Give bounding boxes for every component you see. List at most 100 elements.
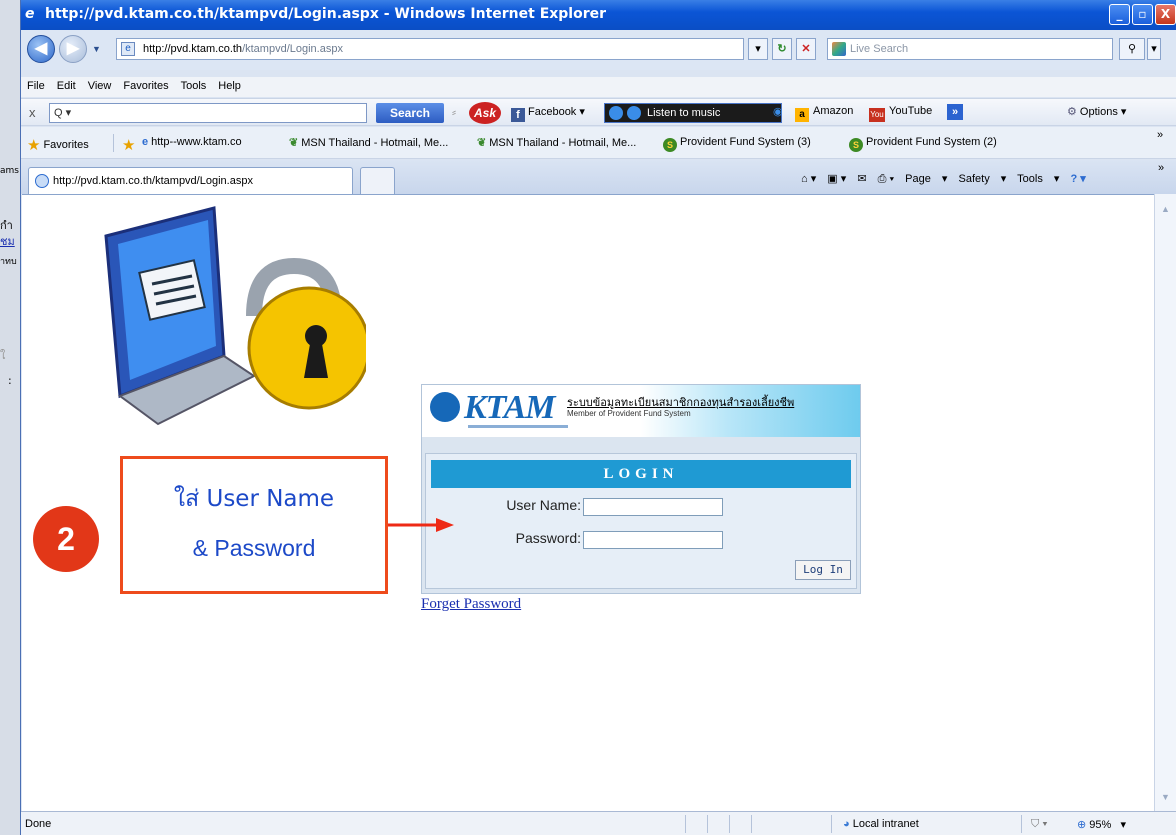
divider [751, 815, 752, 833]
favorite-link[interactable]: e http--www.ktam.co [142, 136, 242, 148]
arrow-icon [388, 518, 454, 532]
search-go-icon[interactable]: ⚲ [1119, 38, 1145, 60]
refresh-icon[interactable]: ↻ [772, 38, 792, 60]
favorites-button[interactable]: ★ Favorites [27, 136, 89, 154]
command-bar: ⌂ ▾ ▣ ▾ ✉ ⎙ ▾ Page ▾ Safety ▾ Tools ▾ ? … [801, 172, 1094, 186]
stop-icon[interactable]: ✕ [796, 38, 816, 60]
vertical-scrollbar[interactable]: ▲ ▼ [1154, 194, 1176, 811]
amazon-icon: a [795, 108, 809, 122]
tab-label: http://pvd.ktam.co.th/ktampvd/Login.aspx [53, 175, 253, 187]
music-dropdown-icon[interactable]: ◉ [773, 105, 783, 118]
search-options-icon[interactable]: ▾ [1147, 38, 1161, 60]
facebook-button[interactable]: f Facebook ▾ [511, 105, 585, 122]
menu-tools[interactable]: Tools [175, 77, 213, 92]
background-window-strip: กำ ชม าทบ ams ใ : [0, 0, 20, 835]
menu-file[interactable]: File [21, 77, 51, 92]
callout-line-2: & Password [192, 535, 316, 561]
address-dropdown-icon[interactable]: ▾ [748, 38, 768, 60]
youtube-button[interactable]: You YouTube [869, 105, 932, 122]
menu-view[interactable]: View [82, 77, 118, 92]
menu-help[interactable]: Help [212, 77, 247, 92]
logo-underline [468, 425, 568, 428]
scroll-up-icon[interactable]: ▲ [1158, 204, 1173, 219]
forward-button[interactable]: ▶ [59, 35, 87, 63]
zoom-control[interactable]: ⊕ 95% ▾ [1077, 818, 1126, 831]
zoom-label: 95% [1089, 819, 1112, 831]
forget-password-link[interactable]: Forget Password [421, 596, 521, 613]
favorites-overflow-icon[interactable]: » [1157, 129, 1163, 141]
callout-line-1: ใส่ User Name [173, 486, 335, 512]
login-header: LOGIN [431, 460, 851, 488]
favorite-label: MSN Thailand - Hotmail, Me... [489, 137, 637, 149]
toolbar-search-button[interactable]: Search [376, 103, 444, 123]
star-icon: ★ [27, 137, 41, 154]
volume-icon[interactable] [627, 106, 641, 120]
play-icon[interactable] [609, 106, 623, 120]
scroll-down-icon[interactable]: ▼ [1158, 792, 1173, 807]
instruction-callout: ใส่ User Name & Password [120, 456, 388, 594]
favorite-link[interactable]: ❦ MSN Thailand - Hotmail, Me... [289, 136, 448, 149]
more-buttons-icon[interactable]: » [947, 104, 963, 120]
provident-fund-icon: S [663, 138, 677, 152]
tools-menu[interactable]: Tools ▾ [1017, 173, 1059, 185]
ie-page-icon: e [142, 136, 149, 148]
favorite-link[interactable]: S Provident Fund System (2) [849, 136, 997, 152]
gear-icon: ⚙ [1067, 106, 1080, 118]
login-button[interactable]: Log In [795, 560, 851, 580]
music-player-button[interactable]: Listen to music [604, 103, 782, 123]
toolbar-close-icon[interactable]: x [29, 105, 36, 120]
favorites-bar: ★ Favorites ★ e http--www.ktam.co ❦ MSN Tha… [21, 127, 1176, 159]
ktam-emblem-icon [430, 392, 460, 422]
page-menu[interactable]: Page ▾ [905, 173, 947, 185]
status-text: Done [25, 818, 52, 830]
security-zone[interactable]: ◕ Local intranet [843, 818, 919, 830]
home-icon[interactable]: ⌂ ▾ [801, 173, 816, 185]
login-panel: KTAM ระบบข้อมูลทะเบียนสมาชิกกองทุนสำรองเ… [421, 384, 861, 594]
minimize-button[interactable]: _ [1109, 4, 1130, 25]
options-label: Options [1079, 106, 1118, 118]
username-input[interactable] [583, 498, 723, 516]
toolbar-search-input[interactable]: Q ▾ [49, 103, 367, 123]
divider [831, 815, 832, 833]
music-label: Listen to music [647, 107, 721, 119]
bg-text-fragment: ใ [0, 349, 6, 362]
print-icon[interactable]: ⎙ ▾ [878, 173, 894, 185]
help-icon[interactable]: ? ▾ [1070, 173, 1085, 185]
feeds-icon[interactable]: ▣ ▾ [827, 173, 846, 185]
command-overflow-icon[interactable]: » [1158, 162, 1164, 174]
close-button[interactable]: X [1155, 4, 1176, 25]
menu-bar: File Edit View Favorites Tools Help [21, 77, 1176, 97]
safety-menu[interactable]: Safety ▾ [959, 173, 1007, 185]
options-button[interactable]: ⚙ Options ▾ [1067, 105, 1126, 118]
address-path: /ktampvd/Login.aspx [242, 43, 343, 55]
favorite-link[interactable]: S Provident Fund System (3) [663, 136, 811, 152]
address-input[interactable]: e http://pvd.ktam.co.th/ktampvd/Login.as… [116, 38, 744, 60]
password-input[interactable] [583, 531, 723, 549]
title-bar[interactable]: e http://pvd.ktam.co.th/ktampvd/Login.as… [21, 0, 1176, 30]
back-button[interactable]: ◀ [27, 35, 55, 63]
recent-pages-dropdown-icon[interactable]: ▼ [92, 44, 101, 54]
ktam-banner: KTAM ระบบข้อมูลทะเบียนสมาชิกกองทุนสำรองเ… [422, 385, 860, 437]
tab-active[interactable]: http://pvd.ktam.co.th/ktampvd/Login.aspx [28, 167, 353, 194]
protected-mode-icon[interactable]: ⛉ ▾ [1031, 818, 1048, 831]
menu-favorites[interactable]: Favorites [117, 77, 174, 92]
new-tab-button[interactable] [360, 167, 395, 194]
tab-row: http://pvd.ktam.co.th/ktampvd/Login.aspx… [21, 160, 1176, 194]
bg-text-fragment: ams [0, 166, 19, 176]
add-favorite-icon[interactable]: ★ [122, 136, 138, 154]
amazon-button[interactable]: a Amazon [795, 105, 853, 122]
zoom-icon: ⊕ [1077, 819, 1090, 831]
favorite-link[interactable]: ❦ MSN Thailand - Hotmail, Me... [477, 136, 636, 149]
divider [729, 815, 730, 833]
menu-edit[interactable]: Edit [51, 77, 82, 92]
page-menu-label: Page [905, 173, 931, 185]
live-search-logo-icon [832, 42, 846, 56]
live-search-input[interactable]: Live Search [827, 38, 1113, 60]
window-title: http://pvd.ktam.co.th/ktampvd/Login.aspx… [45, 6, 607, 22]
maximize-button[interactable]: ▫ [1132, 4, 1153, 25]
ktam-logo: KTAM [430, 389, 555, 427]
youtube-label: YouTube [889, 105, 933, 117]
mail-icon[interactable]: ✉ [857, 173, 866, 185]
system-title-english: Member of Provident Fund System [567, 409, 691, 418]
ask-logo-button[interactable]: Ask [469, 102, 501, 124]
